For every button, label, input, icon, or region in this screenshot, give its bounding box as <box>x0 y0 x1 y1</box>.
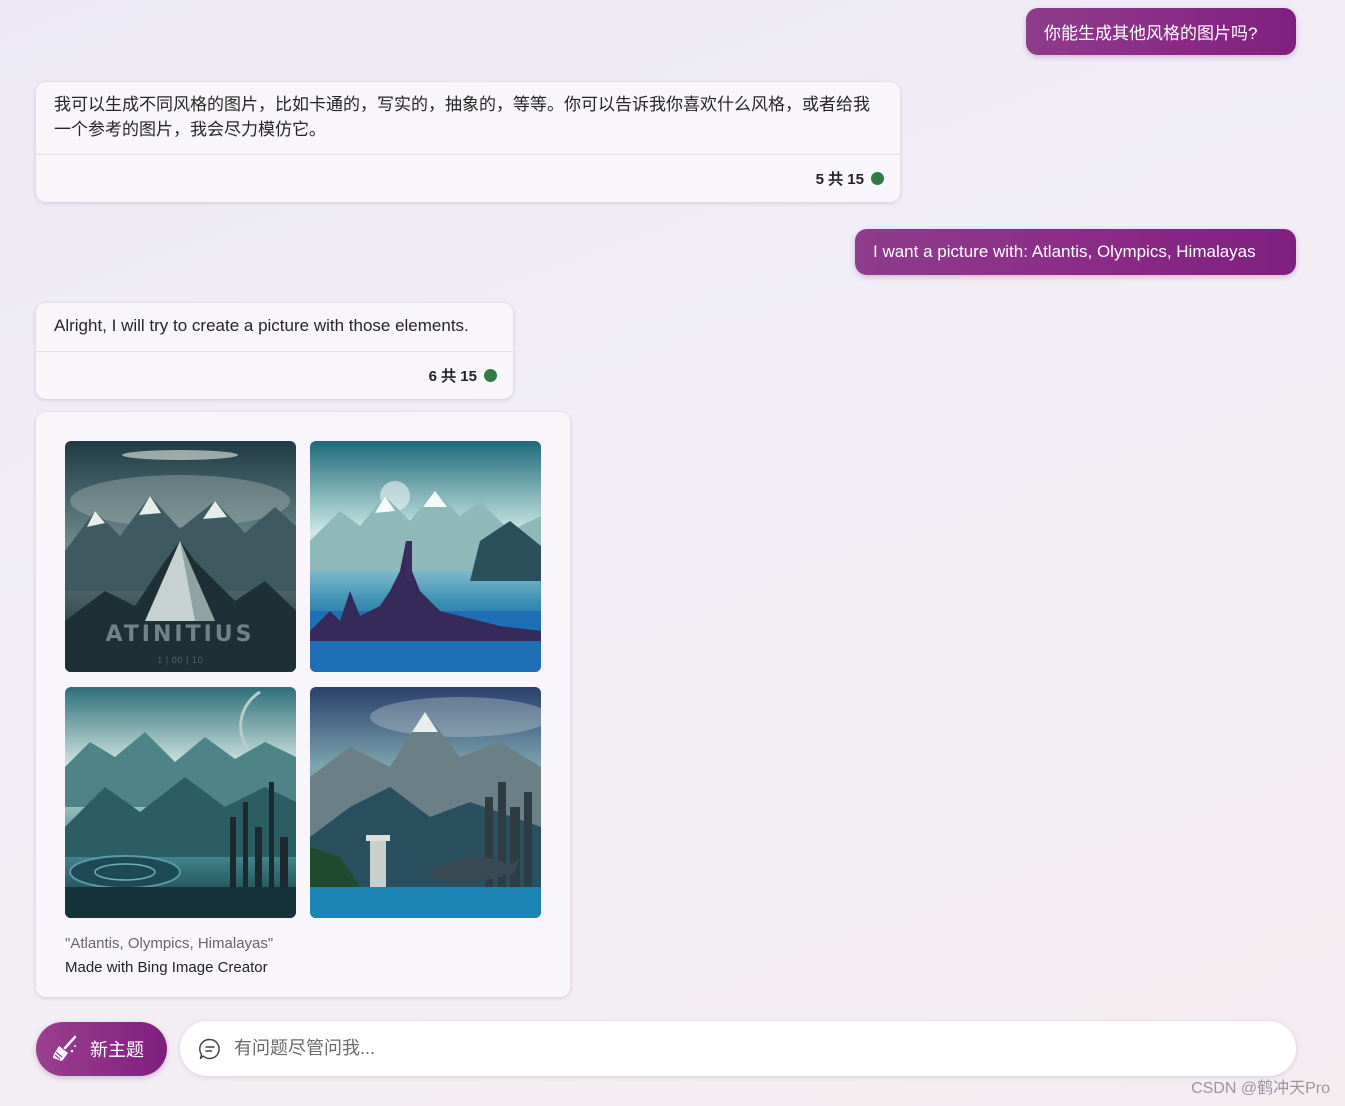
bot-message-2-text: Alright, I will try to create a picture … <box>54 316 469 335</box>
turn-counter: 6 共 15 <box>428 367 477 385</box>
generated-image-4[interactable] <box>310 687 541 918</box>
generated-image-2[interactable] <box>310 441 541 672</box>
chat-input[interactable] <box>234 1038 1234 1059</box>
user-message-1: 你能生成其他风格的图片吗? <box>1026 8 1296 55</box>
image-creator-caption[interactable]: Made with Bing Image Creator <box>65 959 268 976</box>
chat-bubble-icon <box>199 1038 220 1059</box>
user-message-2-text: I want a picture with: Atlantis, Olympic… <box>873 242 1256 261</box>
bot-message-1-text: 我可以生成不同风格的图片，比如卡通的，写实的，抽象的，等等。你可以告诉我你喜欢什… <box>54 95 870 139</box>
bot-message-1: 我可以生成不同风格的图片，比如卡通的，写实的，抽象的，等等。你可以告诉我你喜欢什… <box>36 82 900 202</box>
bot-message-1-footer: 5 共 15 <box>36 155 900 201</box>
image-1-subtext: 1 | 00 | 10 <box>157 656 203 666</box>
user-message-1-text: 你能生成其他风格的图片吗? <box>1044 24 1258 43</box>
bot-message-2-footer: 6 共 15 <box>36 352 513 398</box>
generated-image-1[interactable]: ATINITIUS 1 | 00 | 10 <box>65 441 296 672</box>
new-topic-label: 新主题 <box>90 1040 144 1060</box>
user-message-2: I want a picture with: Atlantis, Olympic… <box>855 229 1296 275</box>
status-dot-icon <box>871 171 884 185</box>
chat-input-container[interactable] <box>180 1021 1296 1076</box>
broom-icon <box>53 1035 77 1061</box>
csdn-watermark: CSDN @鹤冲天Pro <box>1191 1080 1330 1097</box>
image-prompt-caption: "Atlantis, Olympics, Himalayas" <box>65 935 274 952</box>
atlantis-city-image <box>310 441 541 672</box>
mountain-city-image <box>310 687 541 918</box>
image-1-watermark-text: ATINITIUS <box>105 622 254 647</box>
turn-counter: 5 共 15 <box>815 170 864 188</box>
generated-image-3[interactable] <box>65 687 296 918</box>
status-dot-icon <box>484 368 497 382</box>
generated-images-card: ATINITIUS 1 | 00 | 10 "Atlantis, Olympic… <box>36 412 570 997</box>
mountain-image-3 <box>65 687 296 918</box>
mountain-image-1: ATINITIUS 1 | 00 | 10 <box>65 441 296 672</box>
new-topic-button[interactable]: 新主题 <box>36 1022 167 1076</box>
bot-message-2: Alright, I will try to create a picture … <box>36 303 513 399</box>
